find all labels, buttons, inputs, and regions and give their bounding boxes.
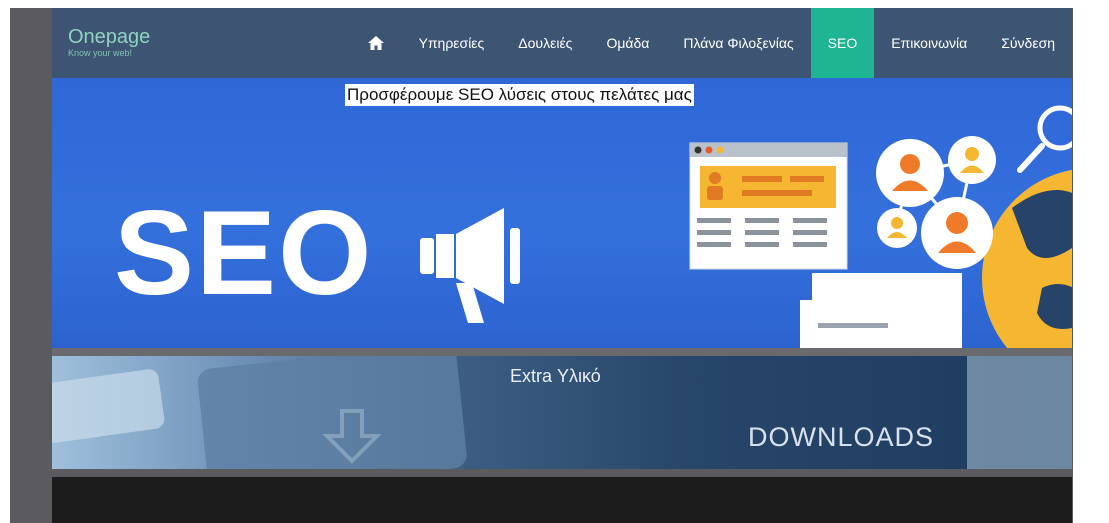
hero-caption: Προσφέρουμε SEO λύσεις στους πελάτες μας	[345, 84, 694, 106]
downloads-banner[interactable]: Extra Υλικό DOWNLOADS	[52, 356, 1072, 469]
brand-logo[interactable]: Onepage Know your web!	[68, 26, 150, 58]
magnifier-icon	[1017, 105, 1072, 173]
navbar: Onepage Know your web! Υπηρεσίες Δουλειέ…	[52, 8, 1072, 78]
nav-home[interactable]	[350, 8, 402, 78]
brand-tagline: Know your web!	[68, 48, 133, 58]
globe-icon	[982, 169, 1072, 348]
seo-hero-banner: Προσφέρουμε SEO λύσεις στους πελάτες μας…	[52, 78, 1072, 348]
window-left-border	[0, 0, 10, 523]
nav-seo[interactable]: SEO	[810, 8, 875, 78]
downloads-title: Extra Υλικό	[510, 366, 601, 386]
nav-works[interactable]: Δουλειές	[501, 8, 589, 78]
downloads-label: DOWNLOADS	[747, 422, 934, 452]
home-icon	[367, 36, 384, 50]
nav-team[interactable]: Ομάδα	[589, 8, 666, 78]
brand-title: Onepage	[68, 26, 151, 48]
hero-seo-text: SEO	[114, 186, 374, 320]
dark-content-section	[52, 477, 1072, 523]
page: Onepage Know your web! Υπηρεσίες Δουλειέ…	[52, 8, 1072, 523]
nav-contact[interactable]: Επικοινωνία	[874, 8, 984, 78]
section-divider	[52, 469, 1072, 477]
section-divider	[52, 348, 1072, 356]
nav-login[interactable]: Σύνδεση	[984, 8, 1072, 78]
nav-services[interactable]: Υπηρεσίες	[402, 8, 502, 78]
window-right-border	[1073, 0, 1109, 523]
main-nav: Υπηρεσίες Δουλειές Ομάδα Πλάνα Φιλοξενία…	[350, 8, 1072, 78]
nav-hosting-plans[interactable]: Πλάνα Φιλοξενίας	[666, 8, 810, 78]
megaphone-icon	[420, 208, 520, 323]
window-top-border	[0, 0, 1109, 8]
